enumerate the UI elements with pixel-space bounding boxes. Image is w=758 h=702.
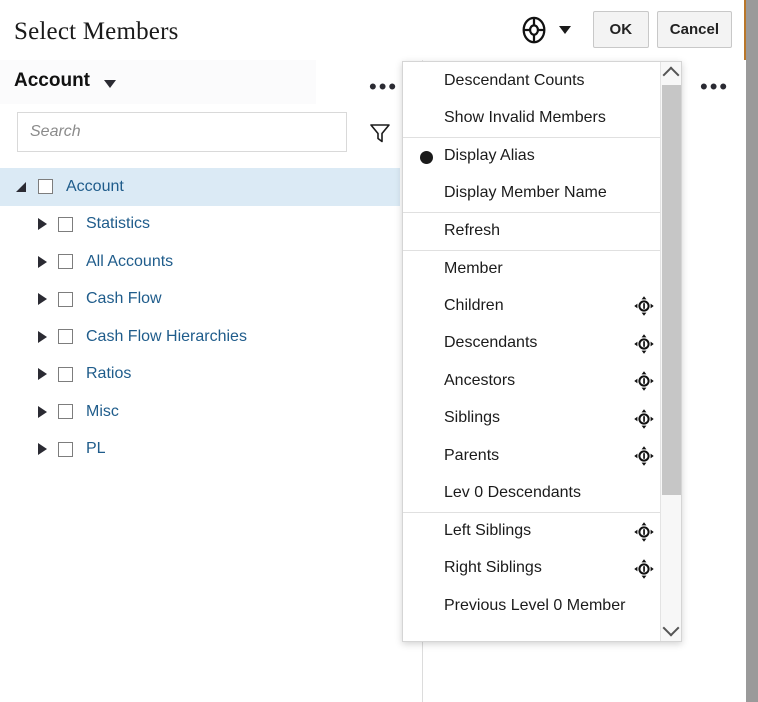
target-icon[interactable] (634, 296, 654, 316)
menu-item-label: Refresh (444, 222, 501, 240)
menu-item-label: Descendants (444, 334, 538, 352)
search-row (0, 112, 422, 154)
radio-selected-icon (420, 151, 433, 164)
expand-collapse-icon[interactable] (36, 330, 50, 344)
menu-item-previous-level-0-member[interactable]: Previous Level 0 Member (403, 587, 661, 625)
tree-item-label: Cash Flow (86, 290, 162, 308)
page-title: Select Members (14, 18, 179, 45)
chevron-down-icon (662, 619, 680, 637)
menu-item-ancestors[interactable]: Ancestors (403, 362, 661, 400)
chevron-down-icon[interactable] (104, 80, 116, 88)
menu-item-descendants[interactable]: Descendants (403, 325, 661, 363)
target-icon[interactable] (634, 371, 654, 391)
cancel-button[interactable]: Cancel (656, 11, 732, 48)
expand-collapse-icon[interactable] (36, 367, 50, 381)
expand-collapse-icon[interactable] (36, 442, 50, 456)
menu-item-label: Show Invalid Members (444, 109, 606, 127)
tree-row[interactable]: Misc (0, 393, 400, 431)
menu-item-display-member-name[interactable]: Display Member Name (403, 175, 661, 213)
header-actions: OK Cancel (519, 11, 732, 48)
tree-row[interactable]: All Accounts (0, 243, 400, 281)
menu-item-parents[interactable]: Parents (403, 437, 661, 475)
dimension-bar: Account ••• (0, 60, 422, 104)
expand-collapse-icon[interactable] (16, 180, 30, 194)
menu-item-children[interactable]: Children (403, 287, 661, 325)
tree-item-label: PL (86, 440, 106, 458)
tree-item-checkbox[interactable] (58, 404, 73, 420)
context-menu-list: Descendant Counts Show Invalid Members D… (403, 62, 661, 625)
filter-icon[interactable] (369, 122, 391, 144)
search-input[interactable] (17, 112, 347, 152)
menu-item-lev-0-descendants[interactable]: Lev 0 Descendants (403, 475, 661, 513)
menu-item-label: Display Alias (444, 147, 535, 165)
menu-item-label: Member (444, 259, 503, 277)
tree-row[interactable]: Statistics (0, 206, 400, 244)
menu-item-label: Previous Level 0 Member (444, 596, 626, 614)
window-edge-strip (746, 0, 758, 702)
tree-item-checkbox[interactable] (58, 366, 73, 382)
panel-divider (422, 642, 423, 702)
scroll-down-button[interactable] (661, 619, 681, 641)
ok-button[interactable]: OK (592, 11, 649, 48)
target-icon[interactable] (634, 408, 654, 429)
menu-scrollbar[interactable] (660, 62, 681, 641)
menu-item-refresh[interactable]: Refresh (403, 212, 661, 250)
expand-collapse-icon[interactable] (36, 255, 50, 269)
panel-overflow-menu-button[interactable]: ••• (369, 76, 398, 98)
tree-item-label: Cash Flow Hierarchies (86, 327, 247, 345)
tree-item-checkbox[interactable] (58, 441, 73, 457)
tree-row[interactable]: Ratios (0, 356, 400, 394)
tree-item-label: Misc (86, 402, 119, 420)
scroll-up-button[interactable] (661, 62, 681, 84)
target-icon[interactable] (634, 333, 654, 354)
menu-item-label: Right Siblings (444, 559, 542, 577)
wheel-icon[interactable] (519, 15, 549, 45)
tree-item-checkbox[interactable] (58, 254, 73, 270)
tree-row[interactable]: Cash Flow Hierarchies (0, 318, 400, 356)
tree-item-checkbox[interactable] (58, 329, 73, 345)
chevron-down-icon[interactable] (558, 25, 571, 34)
tree-item-label: All Accounts (86, 252, 174, 270)
tree-row[interactable]: Account (0, 168, 400, 206)
tree-item-checkbox[interactable] (38, 179, 53, 195)
target-icon[interactable] (634, 446, 654, 466)
expand-collapse-icon[interactable] (36, 292, 50, 306)
menu-item-label: Descendant Counts (444, 71, 585, 89)
menu-item-label: Left Siblings (444, 522, 532, 540)
context-menu: Descendant Counts Show Invalid Members D… (402, 61, 682, 642)
expand-collapse-icon[interactable] (36, 217, 50, 231)
menu-item-label: Siblings (444, 409, 501, 427)
tree-item-label: Account (66, 177, 124, 195)
menu-item-show-invalid-members[interactable]: Show Invalid Members (403, 100, 661, 138)
tree-row[interactable]: Cash Flow (0, 281, 400, 319)
menu-item-left-siblings[interactable]: Left Siblings (403, 512, 661, 550)
menu-item-label: Ancestors (444, 371, 516, 389)
target-icon[interactable] (634, 558, 654, 579)
menu-item-siblings[interactable]: Siblings (403, 400, 661, 438)
menu-item-display-alias[interactable]: Display Alias (403, 137, 661, 175)
chevron-up-icon (662, 66, 680, 84)
scrollbar-thumb[interactable] (662, 85, 681, 495)
expand-collapse-icon[interactable] (36, 405, 50, 419)
target-icon[interactable] (634, 522, 654, 542)
menu-item-right-siblings[interactable]: Right Siblings (403, 550, 661, 588)
selection-panel-overflow-menu-button[interactable]: ••• (700, 76, 729, 98)
dimension-name[interactable]: Account (14, 70, 90, 92)
tree-item-checkbox[interactable] (58, 291, 73, 307)
menu-item-descendant-counts[interactable]: Descendant Counts (403, 62, 661, 100)
menu-item-label: Parents (444, 446, 500, 464)
member-tree: Account Statistics All Accounts Cash Flo… (0, 168, 400, 468)
tree-item-label: Statistics (86, 215, 151, 233)
menu-item-member[interactable]: Member (403, 249, 661, 288)
dialog-header: Select Members OK Cancel (0, 0, 746, 61)
tree-item-label: Ratios (86, 365, 132, 383)
menu-item-label: Display Member Name (444, 184, 607, 202)
tree-item-checkbox[interactable] (58, 216, 73, 232)
menu-item-label: Lev 0 Descendants (444, 484, 581, 502)
tree-row[interactable]: PL (0, 431, 400, 469)
menu-item-label: Children (444, 296, 504, 314)
member-selection-panel: Account ••• Account Statistics All Accou… (0, 60, 422, 702)
